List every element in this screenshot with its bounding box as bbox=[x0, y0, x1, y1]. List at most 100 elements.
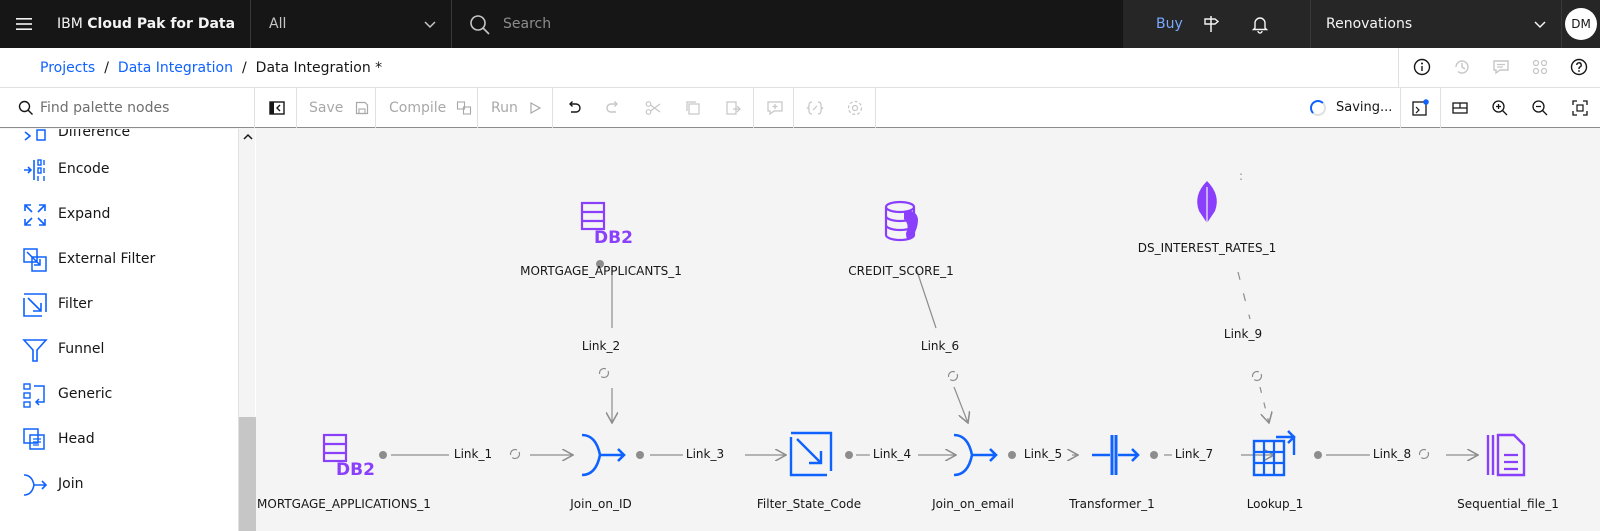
play-icon bbox=[530, 101, 542, 115]
run-button[interactable]: Run bbox=[491, 88, 542, 128]
node-label: CREDIT_SCORE_1 bbox=[848, 264, 954, 278]
search-input[interactable]: Search bbox=[503, 0, 551, 48]
mongodb-node-icon[interactable] bbox=[1177, 177, 1237, 227]
scrollbar-thumb[interactable] bbox=[239, 417, 256, 531]
palette-search[interactable]: Find palette nodes bbox=[0, 88, 255, 128]
account-switcher[interactable]: Renovations bbox=[1310, 0, 1562, 48]
toolbar-divider bbox=[477, 88, 478, 128]
toolbar-divider bbox=[793, 88, 794, 128]
redo-icon[interactable] bbox=[604, 99, 622, 117]
transformer-node-icon[interactable] bbox=[1086, 429, 1146, 479]
flow-canvas[interactable]: : DB2 MORTGAGE_APPLICANTS_1 CREDIT_SCORE… bbox=[256, 129, 1600, 531]
parameters-icon[interactable] bbox=[806, 99, 824, 117]
link-anchor-mark: : bbox=[1239, 169, 1243, 183]
palette-search-input[interactable]: Find palette nodes bbox=[40, 88, 169, 128]
join-node-icon[interactable] bbox=[574, 429, 634, 479]
canvas-toolbar: Find palette nodes Save Compile Run Savi… bbox=[0, 88, 1600, 128]
palette-item-join[interactable]: Join bbox=[0, 461, 240, 507]
comment-icon[interactable] bbox=[1492, 58, 1510, 76]
fit-to-screen-icon[interactable] bbox=[1571, 99, 1589, 117]
toolbar-divider bbox=[1400, 88, 1401, 128]
postgresql-node-icon[interactable] bbox=[874, 197, 934, 247]
avatar[interactable]: DM bbox=[1565, 8, 1597, 40]
copy-icon[interactable] bbox=[684, 99, 702, 117]
join-node-icon[interactable] bbox=[946, 429, 1006, 479]
palette-item-filter[interactable]: Filter bbox=[0, 281, 240, 327]
add-comment-icon[interactable] bbox=[766, 99, 784, 117]
top-header: IBM Cloud Pak for Data All Search Buy Re… bbox=[0, 0, 1600, 48]
link-label[interactable]: Link_8 bbox=[1369, 447, 1415, 461]
palette-item-external-filter[interactable]: External Filter bbox=[0, 236, 240, 282]
node-label: Lookup_1 bbox=[1246, 497, 1304, 511]
db2-node-icon[interactable]: DB2 bbox=[316, 429, 376, 479]
link-label[interactable]: Link_6 bbox=[917, 339, 963, 353]
scope-value: All bbox=[269, 16, 287, 32]
lookup-node-icon[interactable] bbox=[1246, 429, 1306, 479]
global-search[interactable]: Search bbox=[453, 0, 1123, 48]
palette-item-funnel[interactable]: Funnel bbox=[0, 326, 240, 372]
svg-text:DB2: DB2 bbox=[594, 228, 633, 247]
palette-scrollbar[interactable] bbox=[238, 129, 256, 531]
notification-bell-icon[interactable] bbox=[1250, 14, 1270, 34]
chevron-down-icon bbox=[424, 21, 436, 29]
saving-spinner bbox=[1310, 100, 1326, 116]
chevron-down-icon bbox=[1534, 21, 1546, 29]
zoom-out-icon[interactable] bbox=[1531, 99, 1549, 117]
undo-icon[interactable] bbox=[565, 99, 583, 117]
funnel-icon bbox=[22, 339, 48, 362]
search-icon bbox=[18, 100, 33, 115]
toggle-palette-icon[interactable] bbox=[268, 99, 286, 117]
settings-gear-icon[interactable] bbox=[846, 99, 864, 117]
compile-button[interactable]: Compile bbox=[389, 88, 472, 128]
link-label[interactable]: Link_7 bbox=[1171, 447, 1217, 461]
db2-node-icon[interactable]: DB2 bbox=[574, 197, 634, 247]
buy-link[interactable]: Buy bbox=[1156, 0, 1183, 48]
toolbar-divider bbox=[875, 88, 876, 128]
palette-item-head[interactable]: Head bbox=[0, 416, 240, 462]
breadcrumb-projects[interactable]: Projects bbox=[40, 60, 95, 76]
cut-icon[interactable] bbox=[644, 99, 662, 117]
palette-item-label: Head bbox=[58, 431, 95, 447]
compile-icon bbox=[457, 101, 472, 115]
info-icon[interactable] bbox=[1413, 58, 1431, 76]
palette-item-expand[interactable]: Expand bbox=[0, 191, 240, 237]
link-lines: : bbox=[379, 169, 1600, 531]
node-palette: Difference Encode Expand External Filter… bbox=[0, 129, 256, 531]
palette-item-label: Generic bbox=[58, 386, 113, 402]
link-label[interactable]: Link_5 bbox=[1020, 447, 1066, 461]
svg-text:DB2: DB2 bbox=[336, 460, 375, 479]
help-icon[interactable] bbox=[1570, 58, 1588, 76]
join-icon bbox=[23, 474, 48, 496]
product-name[interactable]: IBM Cloud Pak for Data bbox=[57, 0, 235, 48]
generic-icon bbox=[23, 383, 45, 408]
zoom-in-icon[interactable] bbox=[1491, 99, 1509, 117]
job-settings-icon[interactable] bbox=[1411, 99, 1429, 117]
link-label[interactable]: Link_3 bbox=[682, 447, 728, 461]
hamburger-menu-button[interactable] bbox=[0, 0, 48, 48]
settings-nodes-icon[interactable] bbox=[1531, 58, 1549, 76]
link-label[interactable]: Link_9 bbox=[1220, 327, 1266, 341]
breadcrumb-current: Data Integration * bbox=[255, 60, 383, 76]
arrange-layout-icon[interactable] bbox=[1451, 99, 1469, 117]
filter-node-icon[interactable] bbox=[781, 429, 841, 479]
scope-dropdown[interactable]: All bbox=[250, 0, 452, 48]
sequential-file-node-icon[interactable] bbox=[1478, 429, 1538, 479]
link-label[interactable]: Link_4 bbox=[869, 447, 915, 461]
search-icon bbox=[470, 15, 490, 35]
history-icon[interactable] bbox=[1453, 58, 1471, 76]
link-label[interactable]: Link_2 bbox=[578, 339, 624, 353]
breadcrumb-separator: / bbox=[104, 60, 109, 76]
link-label[interactable]: Link_1 bbox=[450, 447, 496, 461]
palette-item-generic[interactable]: Generic bbox=[0, 371, 240, 417]
palette-item-label: Filter bbox=[58, 296, 93, 312]
save-button[interactable]: Save bbox=[309, 88, 369, 128]
palette-item-encode[interactable]: Encode bbox=[0, 146, 240, 192]
paste-icon[interactable] bbox=[724, 99, 742, 117]
breadcrumb-data-integration[interactable]: Data Integration bbox=[118, 60, 233, 76]
breadcrumb-separator: / bbox=[241, 60, 247, 76]
signpost-icon[interactable] bbox=[1201, 14, 1221, 34]
breadcrumb: Projects / Data Integration / Data Integrati… bbox=[40, 48, 382, 88]
chevron-up-icon[interactable] bbox=[243, 132, 253, 142]
status-text: Saving... bbox=[1336, 100, 1393, 115]
filter-icon bbox=[23, 293, 47, 317]
